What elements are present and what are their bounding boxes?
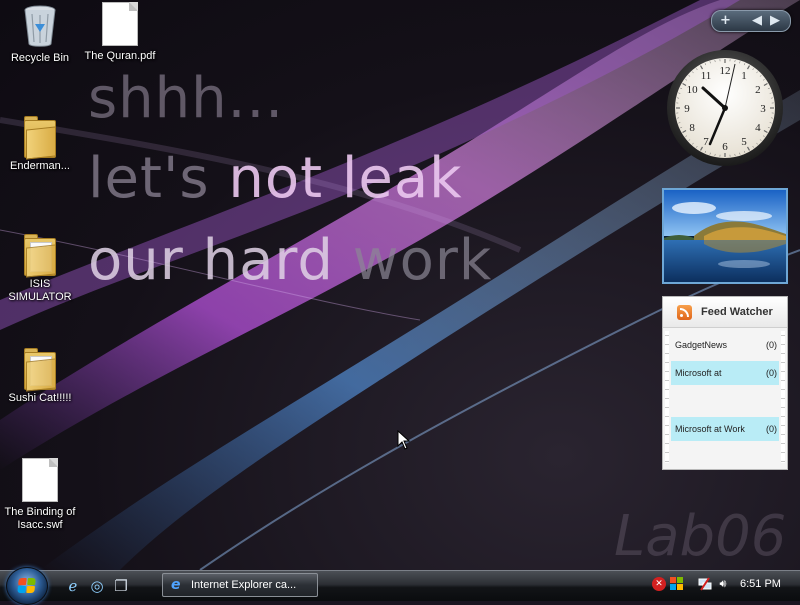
wallpaper-text-line-3: our hard work: [88, 228, 492, 293]
rss-icon: [677, 305, 692, 320]
clock-numeral: 6: [722, 141, 728, 153]
clock-numeral: 9: [684, 103, 690, 115]
previous-page-button[interactable]: ◀: [752, 13, 762, 28]
desktop-icon-label: ISIS SIMULATOR: [0, 278, 80, 304]
desktop-icon-recycle-bin[interactable]: Recycle Bin: [0, 4, 80, 65]
wallpaper-brand: Lab06: [614, 504, 786, 569]
start-button[interactable]: [6, 567, 48, 605]
folder-icon: [24, 348, 56, 388]
taskbar-button-internet-explorer[interactable]: e Internet Explorer ca...: [162, 573, 318, 597]
wallpaper-text-line-2: let's not leak: [88, 146, 463, 211]
mouse-cursor-icon: [397, 430, 411, 450]
network-icon[interactable]: [698, 577, 712, 591]
feed-item-count: (0): [766, 424, 777, 434]
clock-face: 12 12 3 45 6 78 9 1011: [665, 48, 785, 168]
windows-flag-icon[interactable]: [670, 577, 684, 591]
clock-numeral: 4: [755, 122, 761, 134]
wallpaper-text-not-leak: not leak: [228, 146, 462, 211]
clock-numeral: 8: [689, 122, 695, 134]
wallpaper-text-our-hard: our hard: [88, 228, 353, 293]
desktop-icon-the-quran-pdf[interactable]: The Quran.pdf: [80, 2, 160, 63]
internet-explorer-icon: e: [171, 577, 187, 593]
clock-numeral: 5: [741, 136, 747, 148]
slideshow-image: [664, 190, 786, 282]
system-tray: ✕ 🔊︎ 6:51 PM: [644, 574, 794, 596]
feed-item-count: (0): [766, 340, 777, 350]
feed-item-microsoft-at-work[interactable]: Microsoft at Work (0): [671, 417, 779, 441]
next-page-button[interactable]: ▶: [770, 13, 780, 28]
feed-item-name: GadgetNews: [675, 340, 727, 350]
wallpaper-text-lets: let's: [88, 146, 228, 211]
clock-numeral: 3: [760, 103, 766, 115]
volume-icon[interactable]: 🔊︎: [716, 577, 730, 591]
wallpaper-text-work: work: [353, 228, 493, 293]
sidebar-gadget-controls: + ◀ ▶: [711, 10, 791, 32]
clock-gadget[interactable]: 12 12 3 45 6 78 9 1011: [665, 48, 785, 168]
folder-icon: [24, 234, 56, 274]
add-gadget-button[interactable]: +: [720, 13, 731, 28]
feed-border-right: [781, 331, 785, 463]
feed-border-left: [665, 331, 669, 463]
desktop-icon-sushi-cat[interactable]: Sushi Cat!!!!!: [0, 348, 80, 405]
feed-item-gadgetnews[interactable]: GadgetNews (0): [671, 333, 779, 357]
feed-watcher-gadget[interactable]: Feed Watcher GadgetNews (0) Microsoft at…: [662, 296, 788, 470]
feed-item-name: Microsoft at Work: [675, 424, 745, 434]
desktop-icon-label: The Binding of Isacc.swf: [0, 506, 80, 532]
file-icon: [102, 2, 138, 46]
desktop[interactable]: shhh... let's not leak our hard work Lab…: [0, 0, 800, 570]
desktop-icon-label: Enderman...: [0, 160, 80, 173]
windows-flag-icon: [17, 578, 37, 594]
feed-watcher-title: Feed Watcher: [701, 306, 773, 318]
desktop-icon-binding-of-isacc-swf[interactable]: The Binding of Isacc.swf: [0, 458, 80, 532]
security-alert-icon[interactable]: ✕: [652, 577, 666, 591]
desktop-icon-label: Sushi Cat!!!!!: [0, 392, 80, 405]
file-icon: [22, 458, 58, 502]
switch-windows-icon[interactable]: ❐: [110, 575, 132, 597]
clock-numeral: 1: [741, 70, 747, 82]
feed-item-count: (0): [766, 368, 777, 378]
desktop-icon-label: Recycle Bin: [0, 52, 80, 65]
clock-numeral: 10: [687, 84, 699, 96]
feed-item-name: Microsoft at: [675, 368, 722, 378]
taskbar-button-label: Internet Explorer ca...: [191, 579, 296, 591]
recycle-bin-icon: [23, 4, 57, 48]
feed-watcher-header: Feed Watcher: [663, 297, 787, 328]
wallpaper-text-line-1: shhh...: [88, 66, 284, 131]
clock-numeral: 7: [703, 136, 709, 148]
taskbar: ℯ ◎ ❐ e Internet Explorer ca... ✕ 🔊︎ 6:5…: [0, 570, 800, 601]
clock-numeral: 2: [755, 84, 761, 96]
clock-numeral: 11: [701, 70, 712, 82]
internet-explorer-icon[interactable]: ℯ: [62, 575, 84, 597]
windows-update-icon[interactable]: ◎: [86, 575, 108, 597]
feed-item-microsoft-at[interactable]: Microsoft at (0): [671, 361, 779, 385]
taskbar-clock[interactable]: 6:51 PM: [740, 578, 781, 590]
desktop-icon-isis-simulator[interactable]: ISIS SIMULATOR: [0, 234, 80, 304]
desktop-icon-enderman[interactable]: Enderman...: [0, 116, 80, 173]
slideshow-gadget[interactable]: [662, 188, 788, 284]
clock-numeral: 12: [720, 65, 731, 77]
desktop-icon-label: The Quran.pdf: [80, 50, 160, 63]
folder-icon: [24, 116, 56, 156]
